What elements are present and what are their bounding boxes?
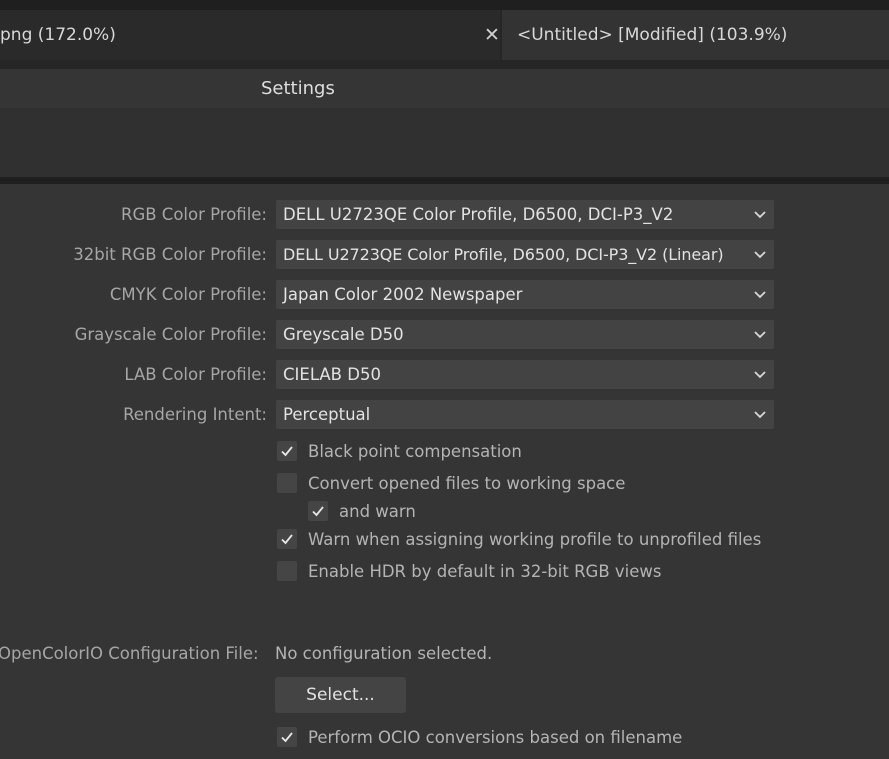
chevron-down-icon: [754, 211, 766, 219]
ocio-filename-conversion-checkbox[interactable]: Perform OCIO conversions based on filena…: [277, 725, 682, 749]
rendering-intent-label: Rendering Intent:: [123, 405, 267, 424]
dropdown-value: Japan Color 2002 Newspaper: [283, 285, 523, 304]
dropdown-value: Perceptual: [283, 405, 371, 424]
panel-title: Settings: [261, 78, 335, 99]
rendering-intent-dropdown[interactable]: Perceptual: [276, 400, 774, 429]
checkbox-box: [277, 561, 297, 581]
dropdown-value: CIELAB D50: [283, 365, 381, 384]
tab-title: png (172.0%): [0, 25, 116, 45]
checkbox-box: [277, 473, 297, 493]
cmyk-profile-label: CMYK Color Profile:: [109, 285, 267, 304]
dropdown-value: Greyscale D50: [283, 325, 404, 344]
black-point-compensation-checkbox[interactable]: Black point compensation: [277, 439, 522, 463]
checkbox-label: Warn when assigning working profile to u…: [308, 529, 762, 549]
checkbox-box: [277, 529, 297, 549]
chevron-down-icon: [754, 331, 766, 339]
lab-profile-dropdown[interactable]: CIELAB D50: [276, 360, 774, 389]
grayscale-profile-label: Grayscale Color Profile:: [74, 325, 267, 344]
and-warn-checkbox[interactable]: and warn: [308, 499, 416, 523]
checkbox-label: and warn: [339, 501, 416, 521]
app-window: png (172.0%) ✕ <Untitled> [Modified] (10…: [0, 0, 889, 759]
rgb32-profile-label: 32bit RGB Color Profile:: [73, 245, 267, 264]
convert-to-working-space-checkbox[interactable]: Convert opened files to working space: [277, 471, 625, 495]
grayscale-profile-dropdown[interactable]: Greyscale D50: [276, 320, 774, 349]
checkbox-label: Enable HDR by default in 32-bit RGB view…: [308, 561, 662, 581]
lab-profile-label: LAB Color Profile:: [124, 365, 267, 384]
checkbox-box: [277, 441, 297, 461]
chevron-down-icon: [754, 411, 766, 419]
settings-toolbar-area: [0, 108, 889, 177]
checkmark-icon: [312, 506, 324, 517]
chevron-down-icon: [754, 251, 766, 259]
chevron-down-icon: [754, 371, 766, 379]
document-tab-2[interactable]: <Untitled> [Modified] (103.9%): [502, 10, 889, 60]
divider: [0, 60, 889, 69]
checkbox-box: [308, 501, 328, 521]
divider: [0, 177, 889, 184]
rgb32-profile-dropdown[interactable]: DELL U2723QE Color Profile, D6500, DCI-P…: [276, 240, 774, 269]
checkbox-label: Perform OCIO conversions based on filena…: [308, 727, 683, 747]
enable-hdr-checkbox[interactable]: Enable HDR by default in 32-bit RGB view…: [277, 559, 661, 583]
rgb-profile-label: RGB Color Profile:: [120, 205, 267, 224]
dropdown-value: DELL U2723QE Color Profile, D6500, DCI-P…: [283, 245, 724, 264]
cmyk-profile-dropdown[interactable]: Japan Color 2002 Newspaper: [276, 280, 774, 309]
tab-title: <Untitled> [Modified] (103.9%): [517, 25, 788, 45]
close-icon[interactable]: ✕: [480, 23, 504, 47]
checkmark-icon: [281, 732, 293, 743]
dropdown-value: DELL U2723QE Color Profile, D6500, DCI-P…: [283, 205, 674, 224]
checkmark-icon: [281, 446, 293, 457]
select-config-button[interactable]: Select...: [275, 677, 406, 713]
checkmark-icon: [281, 534, 293, 545]
ocio-config-label: OpenColorIO Configuration File:: [0, 644, 259, 663]
checkbox-label: Convert opened files to working space: [308, 473, 626, 493]
ocio-config-value: No configuration selected.: [275, 644, 493, 663]
document-tab-bar: png (172.0%) ✕ <Untitled> [Modified] (10…: [0, 10, 889, 60]
document-tab-1[interactable]: png (172.0%): [0, 10, 500, 60]
settings-header: [0, 69, 889, 108]
chevron-down-icon: [754, 291, 766, 299]
checkbox-box: [277, 727, 297, 747]
title-strip: [0, 0, 889, 10]
rgb-profile-dropdown[interactable]: DELL U2723QE Color Profile, D6500, DCI-P…: [276, 200, 774, 229]
warn-unprofiled-checkbox[interactable]: Warn when assigning working profile to u…: [277, 527, 761, 551]
checkbox-label: Black point compensation: [308, 441, 522, 461]
